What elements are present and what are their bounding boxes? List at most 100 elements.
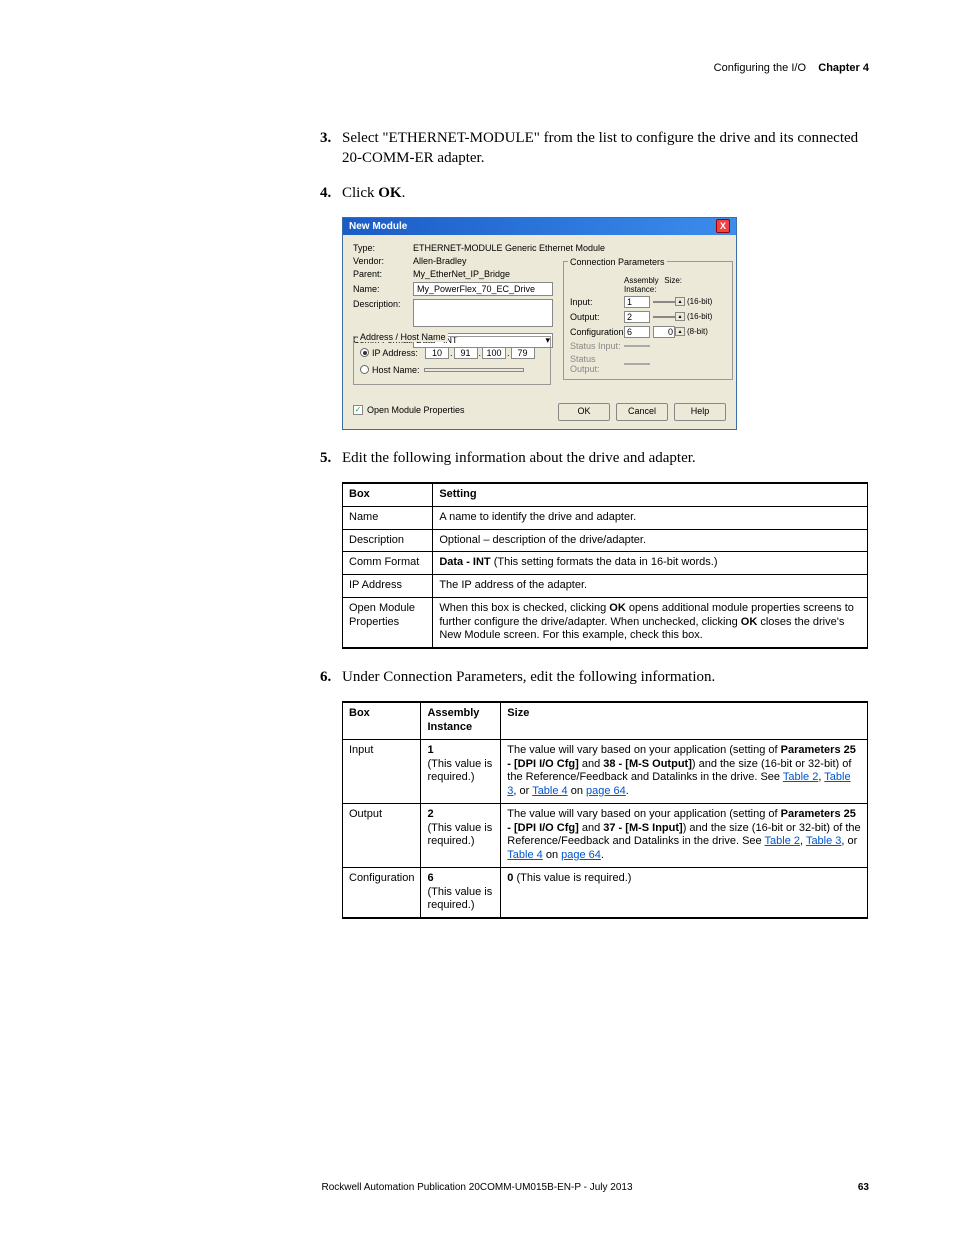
parent-label: Parent:: [353, 269, 413, 279]
cell-setting: The IP address of the adapter.: [433, 575, 868, 598]
main-content: 3. Select "ETHERNET-MODULE" from the lis…: [320, 128, 868, 937]
cell-box: Configuration: [343, 867, 421, 918]
type-value: ETHERNET-MODULE Generic Ethernet Module: [413, 243, 605, 253]
assembly-input[interactable]: 1: [624, 296, 650, 308]
name-input[interactable]: My_PowerFlex_70_EC_Drive: [413, 282, 553, 296]
text: and: [579, 758, 603, 770]
link-table-2[interactable]: Table 2: [765, 835, 800, 847]
connection-parameters-group: Connection Parameters Assembly Instance:…: [563, 261, 733, 380]
step-text: Under Connection Parameters, edit the fo…: [342, 667, 868, 687]
dialog-footer: OK Cancel Help: [558, 403, 726, 421]
open-module-properties-checkbox[interactable]: ✓: [353, 405, 363, 415]
spinner-icon[interactable]: ▴: [675, 327, 685, 336]
text: (This value is required.): [427, 886, 492, 912]
status-input-row: Status Input:: [570, 341, 726, 351]
cell-setting: Data - INT (This setting formats the dat…: [433, 552, 868, 575]
step-number: 5.: [320, 448, 342, 468]
link-page-64[interactable]: page 64: [561, 849, 601, 861]
assembly-input-disabled: [624, 345, 650, 347]
cell-assembly: 6 (This value is required.): [421, 867, 501, 918]
label: Status Output:: [570, 354, 624, 374]
unit: (8-bit): [687, 327, 708, 336]
spinner-icon[interactable]: ▴: [675, 297, 685, 306]
bold: 6: [427, 872, 433, 884]
cell-setting: Optional – description of the drive/adap…: [433, 529, 868, 552]
parent-value: My_EtherNet_IP_Bridge: [413, 269, 510, 279]
step-number: 6.: [320, 667, 342, 687]
cell-box: Output: [343, 803, 421, 867]
ip-octet-3[interactable]: 100: [482, 347, 506, 359]
settings-table: BoxSetting NameA name to identify the dr…: [342, 482, 868, 649]
bold: 1: [427, 744, 433, 756]
ip-octet-1[interactable]: 10: [425, 347, 449, 359]
ip-octet-2[interactable]: 91: [454, 347, 478, 359]
cell-assembly: 2(This value is required.): [421, 803, 501, 867]
cell-size: 0 (This value is required.): [501, 867, 868, 918]
step-text: Click OK.: [342, 183, 868, 203]
bold: 38 - [M-S Output]: [603, 758, 692, 770]
link-table-4[interactable]: Table 4: [532, 785, 567, 797]
link-table-4[interactable]: Table 4: [507, 849, 542, 861]
text: When this box is checked, clicking: [439, 602, 609, 614]
assembly-input[interactable]: 6: [624, 326, 650, 338]
label: Status Input:: [570, 341, 624, 351]
conn-headers: Assembly Instance: Size:: [570, 276, 726, 294]
size-input[interactable]: [653, 301, 675, 303]
col-setting: Setting: [433, 483, 868, 506]
assembly-input[interactable]: 2: [624, 311, 650, 323]
cancel-button[interactable]: Cancel: [616, 403, 668, 421]
description-input[interactable]: [413, 299, 553, 327]
page-number: 63: [858, 1182, 869, 1193]
ok-button[interactable]: OK: [558, 403, 610, 421]
text: (This value is required.): [427, 822, 492, 848]
cell-box: Input: [343, 739, 421, 803]
host-name-radio[interactable]: [360, 365, 369, 374]
help-button[interactable]: Help: [674, 403, 726, 421]
spinner-icon[interactable]: ▴: [675, 312, 685, 321]
ip-address-label: IP Address:: [372, 348, 424, 358]
open-module-properties-label: Open Module Properties: [367, 405, 465, 415]
address-host-name-group: Address / Host Name IP Address: 10. 91. …: [353, 336, 551, 385]
text: (This value is required.): [427, 758, 492, 784]
group-title: Connection Parameters: [568, 257, 667, 267]
col-size: Size: [501, 702, 868, 739]
step-number: 4.: [320, 183, 342, 203]
step-3: 3. Select "ETHERNET-MODULE" from the lis…: [320, 128, 868, 169]
text: (This value is required.): [513, 872, 631, 884]
link-table-2[interactable]: Table 2: [783, 771, 818, 783]
size-input[interactable]: [653, 316, 675, 318]
output-row: Output: 2 ▴ (16-bit): [570, 311, 726, 323]
dialog-titlebar: New Module X: [343, 218, 736, 235]
page-header: Configuring the I/O Chapter 4: [714, 62, 869, 74]
size-input[interactable]: 0: [653, 326, 675, 338]
page-footer: Rockwell Automation Publication 20COMM-U…: [0, 1182, 954, 1193]
ip-address-radio[interactable]: [360, 348, 369, 357]
cell-size: The value will vary based on your applic…: [501, 739, 868, 803]
configuration-row: Configuration: 6 0▴ (8-bit): [570, 326, 726, 338]
host-name-label: Host Name:: [372, 365, 424, 375]
step-5: 5. Edit the following information about …: [320, 448, 868, 468]
col-box: Box: [343, 483, 433, 506]
cell-box: Name: [343, 506, 433, 529]
ip-octet-4[interactable]: 79: [511, 347, 535, 359]
text: on: [568, 785, 586, 797]
size-header: Size:: [654, 276, 682, 294]
text: Click: [342, 185, 378, 201]
bold: 37 - [M-S Input]: [603, 822, 682, 834]
close-icon[interactable]: X: [716, 219, 730, 233]
cell-box: IP Address: [343, 575, 433, 598]
link-page-64[interactable]: page 64: [586, 785, 626, 797]
label: Input:: [570, 297, 624, 307]
vendor-label: Vendor:: [353, 256, 413, 266]
host-name-input: [424, 368, 524, 372]
link-table-3[interactable]: Table 3: [806, 835, 841, 847]
text: .: [626, 785, 629, 797]
cell-size: The value will vary based on your applic…: [501, 803, 868, 867]
cell-assembly: 1 (This value is required.): [421, 739, 501, 803]
text: .: [601, 849, 604, 861]
bold: OK: [609, 602, 626, 614]
desc-label: Description:: [353, 299, 413, 309]
assembly-input-disabled: [624, 363, 650, 365]
text: and: [579, 822, 603, 834]
type-label: Type:: [353, 243, 413, 253]
